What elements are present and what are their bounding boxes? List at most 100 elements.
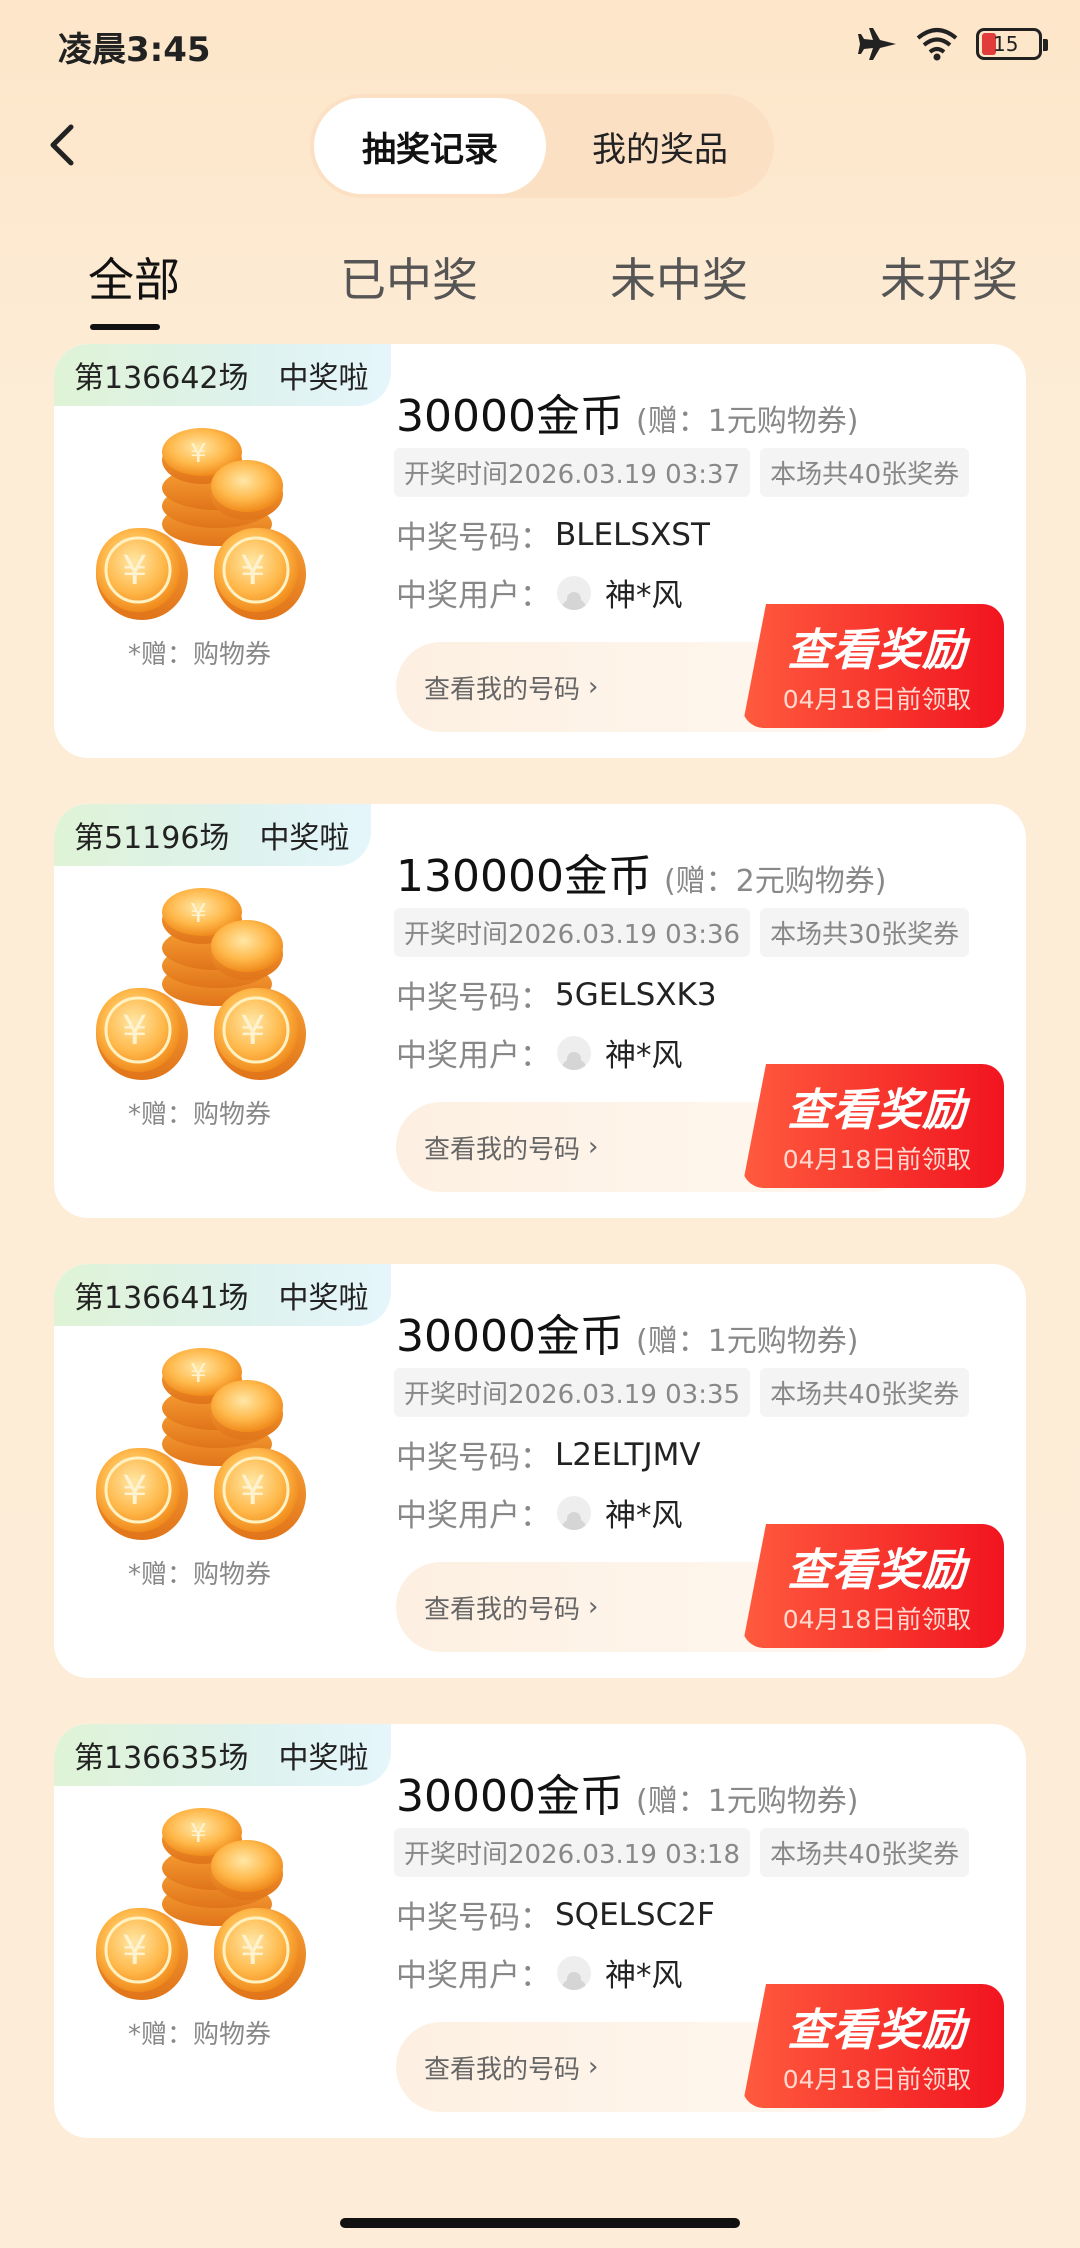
draw-info: 开奖时间2026.03.19 03:35 本场共40张奖券	[394, 1368, 970, 1417]
claim-deadline: 04月18日前领取	[782, 2065, 972, 2094]
winning-code-label: 中奖号码：	[396, 980, 551, 1016]
svg-text:¥: ¥	[122, 548, 147, 594]
round-number: 第136642场	[74, 361, 249, 396]
svg-text:¥: ¥	[190, 439, 207, 469]
winner-name: 神*风	[605, 1038, 683, 1074]
winning-code: BLELSXST	[555, 516, 710, 553]
avatar	[557, 1955, 591, 1990]
winner-label: 中奖用户：	[396, 1498, 551, 1534]
chevron-right-icon: ›	[588, 2052, 599, 2082]
winning-code-row: 中奖号码： 5GELSXK3	[396, 972, 717, 1017]
record-card: 第51196场 中奖啦 ¥ ¥ ¥ *赠：购物券 130000金币 (赠：2元购…	[54, 804, 1026, 1218]
draw-time: 开奖时间2026.03.19 03:37	[394, 448, 751, 497]
prize-amount: 30000金币	[396, 391, 624, 442]
view-reward-label: 查看奖励	[787, 625, 967, 676]
draw-time: 开奖时间2026.03.19 03:35	[394, 1368, 751, 1417]
winning-code-label: 中奖号码：	[396, 1440, 551, 1476]
winner-label: 中奖用户：	[396, 578, 551, 614]
prize-title: 30000金币 (赠：1元购物券)	[396, 380, 858, 444]
view-reward-label: 查看奖励	[787, 2005, 967, 2056]
view-my-code-label: 查看我的号码	[424, 674, 581, 705]
draw-info: 开奖时间2026.03.19 03:36 本场共30张奖券	[394, 908, 970, 957]
svg-text:¥: ¥	[240, 1928, 265, 1974]
winning-code: 5GELSXK3	[555, 976, 717, 1013]
winner-name: 神*风	[605, 578, 683, 614]
round-tag: 第136642场 中奖啦	[54, 344, 391, 406]
round-tag: 第136641场 中奖啦	[54, 1264, 391, 1326]
chevron-right-icon: ›	[588, 672, 599, 702]
view-reward-label: 查看奖励	[787, 1545, 967, 1596]
view-reward-button[interactable]: 查看奖励 04月18日前领取	[742, 604, 1004, 728]
prize-title: 30000金币 (赠：1元购物券)	[396, 1300, 858, 1364]
segment-lottery-records[interactable]: 抽奖记录	[314, 98, 546, 194]
tab-not-drawn[interactable]: 未开奖	[880, 244, 1018, 310]
prize-title: 30000金币 (赠：1元购物券)	[396, 1760, 858, 1824]
ticket-count: 本场共40张奖券	[760, 1828, 970, 1877]
winning-code-label: 中奖号码：	[396, 520, 551, 556]
winner-name: 神*风	[605, 1498, 683, 1534]
winning-code-row: 中奖号码： L2ELTJMV	[396, 1432, 701, 1477]
segment-control: 抽奖记录 我的奖品	[310, 94, 774, 198]
view-reward-button[interactable]: 查看奖励 04月18日前领取	[742, 1984, 1004, 2108]
segment-my-prizes[interactable]: 我的奖品	[550, 98, 770, 194]
avatar	[557, 1495, 591, 1530]
home-indicator[interactable]	[340, 2218, 740, 2228]
prize-amount: 30000金币	[396, 1771, 624, 1822]
win-badge: 中奖啦	[278, 1741, 369, 1776]
back-button[interactable]	[40, 120, 84, 170]
winner-name: 神*风	[605, 1958, 683, 1994]
ticket-count: 本场共30张奖券	[760, 908, 970, 957]
avatar	[557, 575, 591, 610]
tab-all[interactable]: 全部	[88, 244, 180, 310]
winner-row: 中奖用户： 神*风	[396, 1950, 683, 1995]
svg-text:¥: ¥	[240, 1008, 265, 1054]
round-tag: 第51196场 中奖啦	[54, 804, 372, 866]
winner-row: 中奖用户： 神*风	[396, 1030, 683, 1075]
gift-note: *赠：购物券	[128, 1560, 272, 1590]
svg-text:¥: ¥	[122, 1468, 147, 1514]
battery-level: 15	[993, 32, 1019, 56]
win-badge: 中奖啦	[278, 1281, 369, 1316]
round-number: 第136641场	[74, 1281, 249, 1316]
chevron-left-icon	[50, 124, 74, 166]
coins-icon: ¥ ¥ ¥	[96, 428, 306, 620]
coins-icon: ¥ ¥ ¥	[96, 888, 306, 1080]
status-icons: 15	[858, 26, 1048, 62]
winning-code-row: 中奖号码： SQELSC2F	[396, 1892, 715, 1937]
avatar	[557, 1035, 591, 1070]
battery-icon: 15	[976, 28, 1048, 60]
tab-active-indicator	[90, 324, 160, 330]
view-my-code-label: 查看我的号码	[424, 2054, 581, 2085]
view-my-code-label: 查看我的号码	[424, 1594, 581, 1625]
status-bar: 凌晨3:45 15	[0, 0, 1080, 90]
winner-label: 中奖用户：	[396, 1038, 551, 1074]
filter-tabs: 全部 已中奖 未中奖 未开奖	[0, 244, 1080, 334]
record-card: 第136635场 中奖啦 ¥ ¥ ¥ *赠：购物券 30000金币 (赠：1元购…	[54, 1724, 1026, 2138]
round-number: 第136635场	[74, 1741, 249, 1776]
tab-won[interactable]: 已中奖	[340, 244, 478, 310]
draw-time: 开奖时间2026.03.19 03:36	[394, 908, 751, 957]
round-number: 第51196场	[74, 821, 230, 856]
view-reward-button[interactable]: 查看奖励 04月18日前领取	[742, 1524, 1004, 1648]
prize-title: 130000金币 (赠：2元购物券)	[396, 840, 886, 904]
tab-not-won[interactable]: 未中奖	[610, 244, 748, 310]
view-reward-button[interactable]: 查看奖励 04月18日前领取	[742, 1064, 1004, 1188]
draw-time: 开奖时间2026.03.19 03:18	[394, 1828, 751, 1877]
winner-label: 中奖用户：	[396, 1958, 551, 1994]
svg-text:¥: ¥	[240, 548, 265, 594]
svg-text:¥: ¥	[190, 899, 207, 929]
winning-code: L2ELTJMV	[555, 1436, 701, 1473]
winning-code: SQELSC2F	[555, 1896, 715, 1933]
svg-text:¥: ¥	[240, 1468, 265, 1514]
airplane-icon	[858, 28, 896, 60]
prize-bonus: (赠：1元购物券)	[635, 404, 859, 439]
win-badge: 中奖啦	[259, 821, 350, 856]
coins-icon: ¥ ¥ ¥	[96, 1348, 306, 1540]
draw-info: 开奖时间2026.03.19 03:37 本场共40张奖券	[394, 448, 970, 497]
gift-note: *赠：购物券	[128, 1100, 272, 1130]
winner-row: 中奖用户： 神*风	[396, 1490, 683, 1535]
claim-deadline: 04月18日前领取	[782, 1605, 972, 1634]
svg-text:¥: ¥	[122, 1008, 147, 1054]
chevron-right-icon: ›	[588, 1132, 599, 1162]
svg-text:¥: ¥	[122, 1928, 147, 1974]
